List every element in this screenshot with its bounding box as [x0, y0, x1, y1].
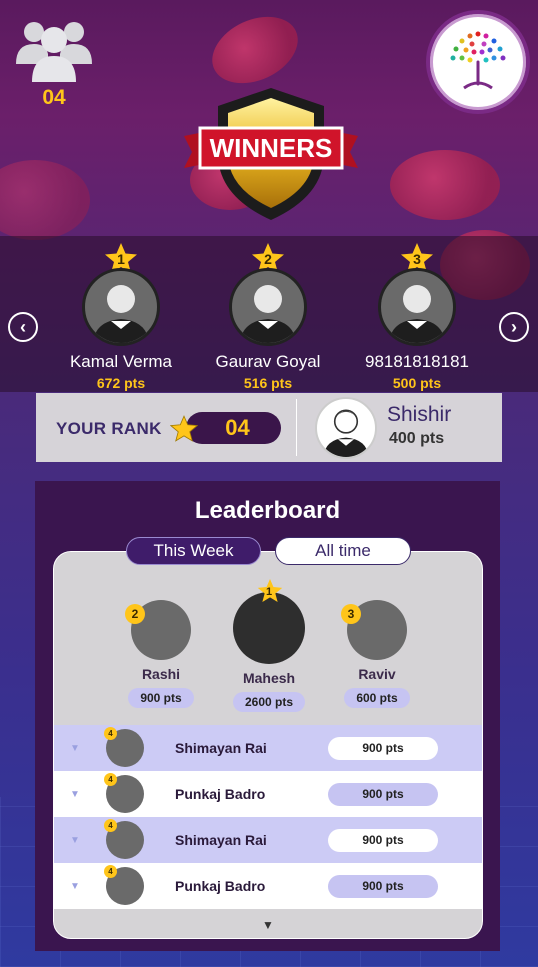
- user-avatar-icon: [389, 285, 445, 343]
- rank-badge: 4: [104, 865, 117, 878]
- your-rank-bar: YOUR RANK 04 Shishir 400 pts: [36, 393, 502, 462]
- app-logo: [426, 10, 530, 114]
- entry-name: Mahesh: [242, 670, 296, 686]
- your-rank-label: YOUR RANK: [56, 419, 162, 438]
- entry-name: Punkaj Badro: [175, 786, 266, 802]
- avatar: [315, 397, 377, 459]
- user-avatar-icon: [93, 285, 149, 343]
- bg-blob: [390, 150, 500, 220]
- winner-points: 672 pts: [96, 375, 146, 391]
- winner-name: Gaurav Goyal: [215, 352, 321, 371]
- rank-badge: 4: [104, 819, 117, 832]
- bg-blob: [0, 160, 90, 240]
- divider: [296, 399, 297, 456]
- winner-points: 516 pts: [243, 375, 293, 391]
- podium-winner[interactable]: 2 Gaurav Goyal 516 pts: [198, 242, 338, 391]
- winner-name: Kamal Verma: [69, 352, 173, 371]
- avatar: [229, 268, 307, 346]
- leaderboard-top-entry[interactable]: 2 Rashi 900 pts: [111, 600, 211, 708]
- list-item[interactable]: ▼ 4 Shimayan Rai 900 pts: [54, 725, 482, 771]
- winner-name: 98181818181: [364, 352, 469, 371]
- load-more-button[interactable]: ▼: [54, 918, 482, 932]
- entry-name: Rashi: [141, 666, 181, 682]
- logo-tree-icon: [450, 31, 506, 90]
- members-count: 04: [42, 86, 66, 109]
- rank-badge: 3: [341, 604, 361, 624]
- entry-name: Raviv: [358, 666, 396, 682]
- tab-all-time[interactable]: All time: [275, 537, 411, 565]
- list-item[interactable]: ▼ 4 Punkaj Badro 900 pts: [54, 771, 482, 817]
- tab-this-week[interactable]: This Week: [126, 537, 261, 565]
- entry-points: 900 pts: [328, 829, 438, 852]
- your-rank-value: 04: [186, 412, 281, 444]
- rank-number: 2: [264, 251, 272, 267]
- winners-emblem: WINNERS: [176, 84, 366, 224]
- leaderboard-top-entry[interactable]: 1 Mahesh 2600 pts: [219, 579, 319, 712]
- avatar: 2: [125, 600, 191, 660]
- carousel-prev-button[interactable]: ‹: [8, 312, 38, 342]
- avatar: 3: [341, 600, 407, 660]
- entry-name: Shimayan Rai: [175, 832, 267, 848]
- entry-name: Shimayan Rai: [175, 740, 267, 756]
- user-avatar-icon: [240, 285, 296, 343]
- chevron-right-icon: ›: [511, 316, 517, 337]
- carousel-next-button[interactable]: ›: [499, 312, 529, 342]
- entry-points: 900 pts: [328, 875, 438, 898]
- leaderboard-top-entry[interactable]: 3 Raviv 600 pts: [327, 600, 427, 708]
- group-icon: [16, 22, 92, 82]
- avatar: [82, 268, 160, 346]
- leaderboard-title: Leaderboard: [194, 497, 341, 524]
- chevron-down-icon: ▼: [70, 881, 80, 892]
- entry-points: 600 pts: [344, 688, 410, 708]
- rank-number: 1: [117, 251, 125, 267]
- user-points: 400 pts: [389, 430, 445, 447]
- winner-points: 500 pts: [392, 375, 442, 391]
- chevron-down-icon: ▼: [70, 835, 80, 846]
- leaderboard-list: 2 Rashi 900 pts 1 Mahesh 2600 pts 3 Ravi…: [53, 551, 483, 939]
- podium-winner[interactable]: 1 Kamal Verma 672 pts: [51, 242, 191, 391]
- avatar: [378, 268, 456, 346]
- avatar: 1: [233, 579, 305, 664]
- chevron-down-icon: ▼: [70, 789, 80, 800]
- shield-banner-icon: WINNERS: [184, 88, 358, 220]
- rank-badge: 4: [104, 773, 117, 786]
- podium-winner[interactable]: 3 98181818181 500 pts: [347, 242, 487, 391]
- user-avatar-icon: [323, 409, 369, 457]
- entry-points: 900 pts: [128, 688, 194, 708]
- leaderboard-panel: Leaderboard 2 Rashi 900 pts 1 Mahesh 260…: [35, 481, 500, 951]
- entry-points: 2600 pts: [232, 692, 306, 712]
- entry-points: 900 pts: [328, 737, 438, 760]
- rank-number: 3: [413, 251, 421, 267]
- entry-points: 900 pts: [328, 783, 438, 806]
- rank-badge: 4: [104, 727, 117, 740]
- user-name: Shishir: [387, 403, 452, 426]
- chevron-down-icon: ▼: [262, 918, 274, 932]
- chevron-down-icon: ▼: [70, 743, 80, 754]
- winners-banner-text: WINNERS: [210, 133, 333, 163]
- bg-blob: [201, 3, 309, 97]
- star-icon: [170, 415, 198, 442]
- list-item[interactable]: ▼ 4 Punkaj Badro 900 pts: [54, 863, 482, 909]
- rank-number: 1: [265, 586, 273, 598]
- members-widget[interactable]: 04: [12, 14, 96, 110]
- list-item[interactable]: ▼ 4 Shimayan Rai 900 pts: [54, 817, 482, 863]
- rank-badge: 2: [125, 604, 145, 624]
- chevron-left-icon: ‹: [20, 316, 26, 337]
- entry-name: Punkaj Badro: [175, 878, 266, 894]
